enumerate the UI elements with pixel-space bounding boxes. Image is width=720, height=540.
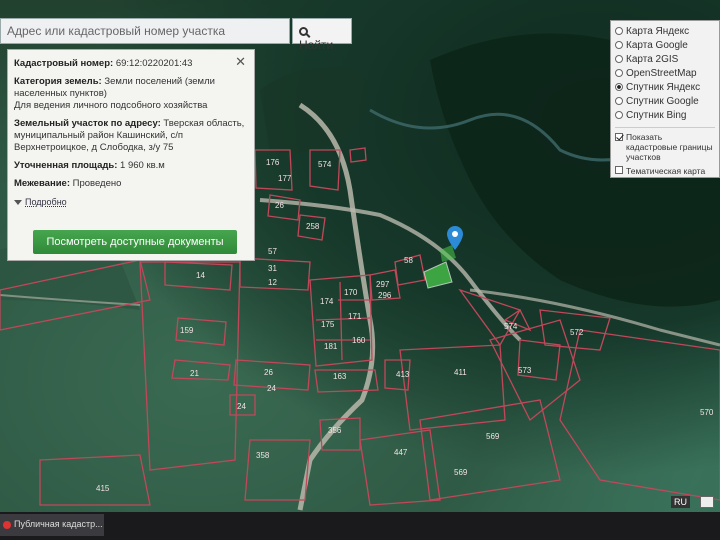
parcel-label: 572 — [570, 328, 584, 337]
parcel-label: 21 — [190, 369, 199, 378]
taskbar-item-browser[interactable]: Публичная кадастр... — [0, 514, 104, 536]
parcel-label: 181 — [324, 342, 338, 351]
parcel-label: 570 — [700, 408, 714, 417]
parcel-label: 171 — [348, 312, 362, 321]
parcel-label: 176 — [266, 158, 280, 167]
close-icon[interactable]: ✕ — [235, 55, 246, 68]
cadastral-number-value: 69:12:0220201:43 — [115, 58, 193, 69]
layer-option-google-satellite[interactable]: Спутник Google — [615, 95, 715, 109]
parcel-label: 411 — [454, 368, 467, 377]
layer-label: Спутник Google — [626, 96, 699, 107]
parcel-label: 574 — [504, 322, 518, 331]
parcel-label: 14 — [196, 271, 205, 280]
parcel-label: 26 — [264, 368, 273, 377]
area-value: 1 960 кв.м — [120, 160, 165, 171]
layer-label: Карта 2GIS — [626, 54, 679, 65]
land-usage-value: Для ведения личного подсобного хозяйства — [14, 100, 208, 111]
location-pin-icon[interactable] — [447, 226, 463, 250]
parcel-label: 573 — [518, 366, 532, 375]
layer-option-osm[interactable]: OpenStreetMap — [615, 67, 715, 81]
radio-selected-icon[interactable] — [615, 83, 623, 91]
area-row: Уточненная площадь: 1 960 кв.м — [14, 160, 248, 172]
layer-option-yandex-satellite[interactable]: Спутник Яндекс — [615, 81, 715, 95]
parcel-label: 569 — [486, 432, 500, 441]
view-documents-button[interactable]: Посмотреть доступные документы — [33, 230, 237, 254]
parcel-label: 413 — [396, 370, 410, 379]
search-icon — [299, 27, 308, 36]
radio-icon[interactable] — [615, 111, 623, 119]
cadastral-number-row: Кадастровый номер: 69:12:0220201:43 — [14, 58, 248, 70]
radio-icon[interactable] — [615, 69, 623, 77]
divider — [615, 127, 715, 128]
checkbox-checked-icon[interactable] — [615, 133, 623, 141]
keyboard-icon — [700, 496, 714, 508]
browser-icon — [3, 521, 11, 529]
parcel-label: 296 — [378, 291, 392, 300]
layer-label: Карта Google — [626, 40, 688, 51]
parcel-label: 24 — [237, 402, 246, 411]
overlay-label: Показать кадастровые границы участков — [626, 132, 713, 162]
checkbox-icon[interactable] — [615, 166, 623, 174]
radio-icon[interactable] — [615, 97, 623, 105]
parcel-label: 174 — [320, 297, 334, 306]
overlay-label: Тематическая карта — [626, 166, 706, 176]
more-details-link[interactable]: Подробно — [25, 197, 67, 207]
parcel-label: 175 — [321, 320, 335, 329]
parcel-label: 163 — [333, 372, 347, 381]
cadastral-number-label: Кадастровый номер: — [14, 58, 114, 69]
address-label: Земельный участок по адресу: — [14, 118, 161, 129]
layer-label: Спутник Яндекс — [626, 82, 701, 93]
parcel-label: 574 — [318, 160, 332, 169]
search-button-label: Найти — [299, 38, 334, 52]
layer-option-bing-satellite[interactable]: Спутник Bing — [615, 109, 715, 123]
area-label: Уточненная площадь: — [14, 160, 118, 171]
layer-label: Карта Яндекс — [626, 26, 690, 37]
layer-option-yandex-map[interactable]: Карта Яндекс — [615, 25, 715, 39]
parcel-label: 31 — [268, 264, 277, 273]
layer-option-2gis-map[interactable]: Карта 2GIS — [615, 53, 715, 67]
parcel-label: 415 — [96, 484, 110, 493]
radio-icon[interactable] — [615, 55, 623, 63]
language-indicator[interactable]: RU — [671, 496, 690, 508]
layer-label: Спутник Bing — [626, 110, 687, 121]
parcel-label: 569 — [454, 468, 468, 477]
taskbar-item-label: Публичная кадастр... — [14, 519, 103, 529]
parcel-label: 170 — [344, 288, 358, 297]
parcel-label: 12 — [268, 278, 277, 287]
parcel-label: 57 — [268, 247, 277, 256]
search-input[interactable]: Адрес или кадастровый номер участка — [0, 18, 290, 44]
parcel-label: 447 — [394, 448, 408, 457]
layer-option-google-map[interactable]: Карта Google — [615, 39, 715, 53]
parcel-label: 58 — [404, 256, 413, 265]
chevron-down-icon — [14, 200, 22, 205]
survey-value: Проведено — [72, 178, 122, 189]
survey-row: Межевание: Проведено — [14, 178, 248, 190]
parcel-label: 24 — [267, 384, 276, 393]
layers-panel: Карта Яндекс Карта Google Карта 2GIS Ope… — [610, 20, 720, 178]
screenshot: 176 177 574 26 258 57 14 297 296 174 170… — [0, 0, 720, 540]
search-button[interactable]: Найти — [292, 18, 352, 52]
parcel-label: 160 — [352, 336, 366, 345]
parcel-label: 159 — [180, 326, 194, 335]
parcel-label: 356 — [328, 426, 342, 435]
survey-label: Межевание: — [14, 178, 70, 189]
overlay-option-cadastral-borders[interactable]: Показать кадастровые границы участков — [615, 132, 715, 162]
radio-icon[interactable] — [615, 27, 623, 35]
land-category-row: Категория земель: Земли поселений (земли… — [14, 76, 248, 112]
parcel-label: 177 — [278, 174, 292, 183]
overlay-option-thematic-map[interactable]: Тематическая карта — [615, 166, 715, 176]
taskbar: Публичная кадастр... — [0, 512, 720, 540]
land-category-label: Категория земель: — [14, 76, 102, 87]
parcel-label: 26 — [275, 201, 284, 210]
parcel-info-panel: ✕ Кадастровый номер: 69:12:0220201:43 Ка… — [7, 49, 255, 261]
more-details-toggle[interactable]: Подробно — [14, 196, 248, 209]
parcel-label: 297 — [376, 280, 390, 289]
radio-icon[interactable] — [615, 41, 623, 49]
parcel-label: 258 — [306, 222, 320, 231]
search-placeholder: Адрес или кадастровый номер участка — [7, 24, 226, 38]
layer-label: OpenStreetMap — [626, 68, 697, 79]
address-row: Земельный участок по адресу: Тверская об… — [14, 118, 248, 154]
parcel-label: 358 — [256, 451, 270, 460]
